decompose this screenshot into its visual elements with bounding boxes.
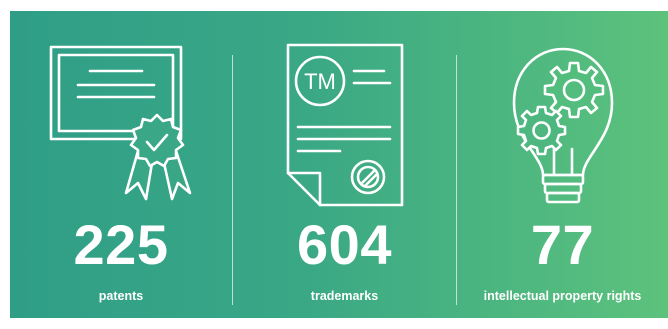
trademarks-label: trademarks bbox=[310, 289, 379, 303]
ip-rights-count: 77 bbox=[530, 213, 595, 276]
patents-label: patents bbox=[98, 289, 144, 303]
lightbulb-gears-icon bbox=[512, 47, 613, 204]
ip-stats-panel: 225 patents TM 604 trademarks 77 intelle… bbox=[10, 11, 668, 318]
trademark-document-icon: TM bbox=[286, 43, 403, 207]
stat-ip-rights: 77 intellectual property rights bbox=[457, 11, 668, 318]
tm-text: TM bbox=[304, 69, 336, 94]
stat-patents: 225 patents bbox=[10, 11, 232, 318]
ip-rights-label: intellectual property rights bbox=[483, 289, 642, 303]
certificate-ribbon-icon bbox=[49, 45, 192, 201]
patents-count: 225 bbox=[73, 213, 169, 276]
trademarks-count: 604 bbox=[297, 213, 392, 276]
stat-trademarks: TM 604 trademarks bbox=[233, 11, 456, 318]
